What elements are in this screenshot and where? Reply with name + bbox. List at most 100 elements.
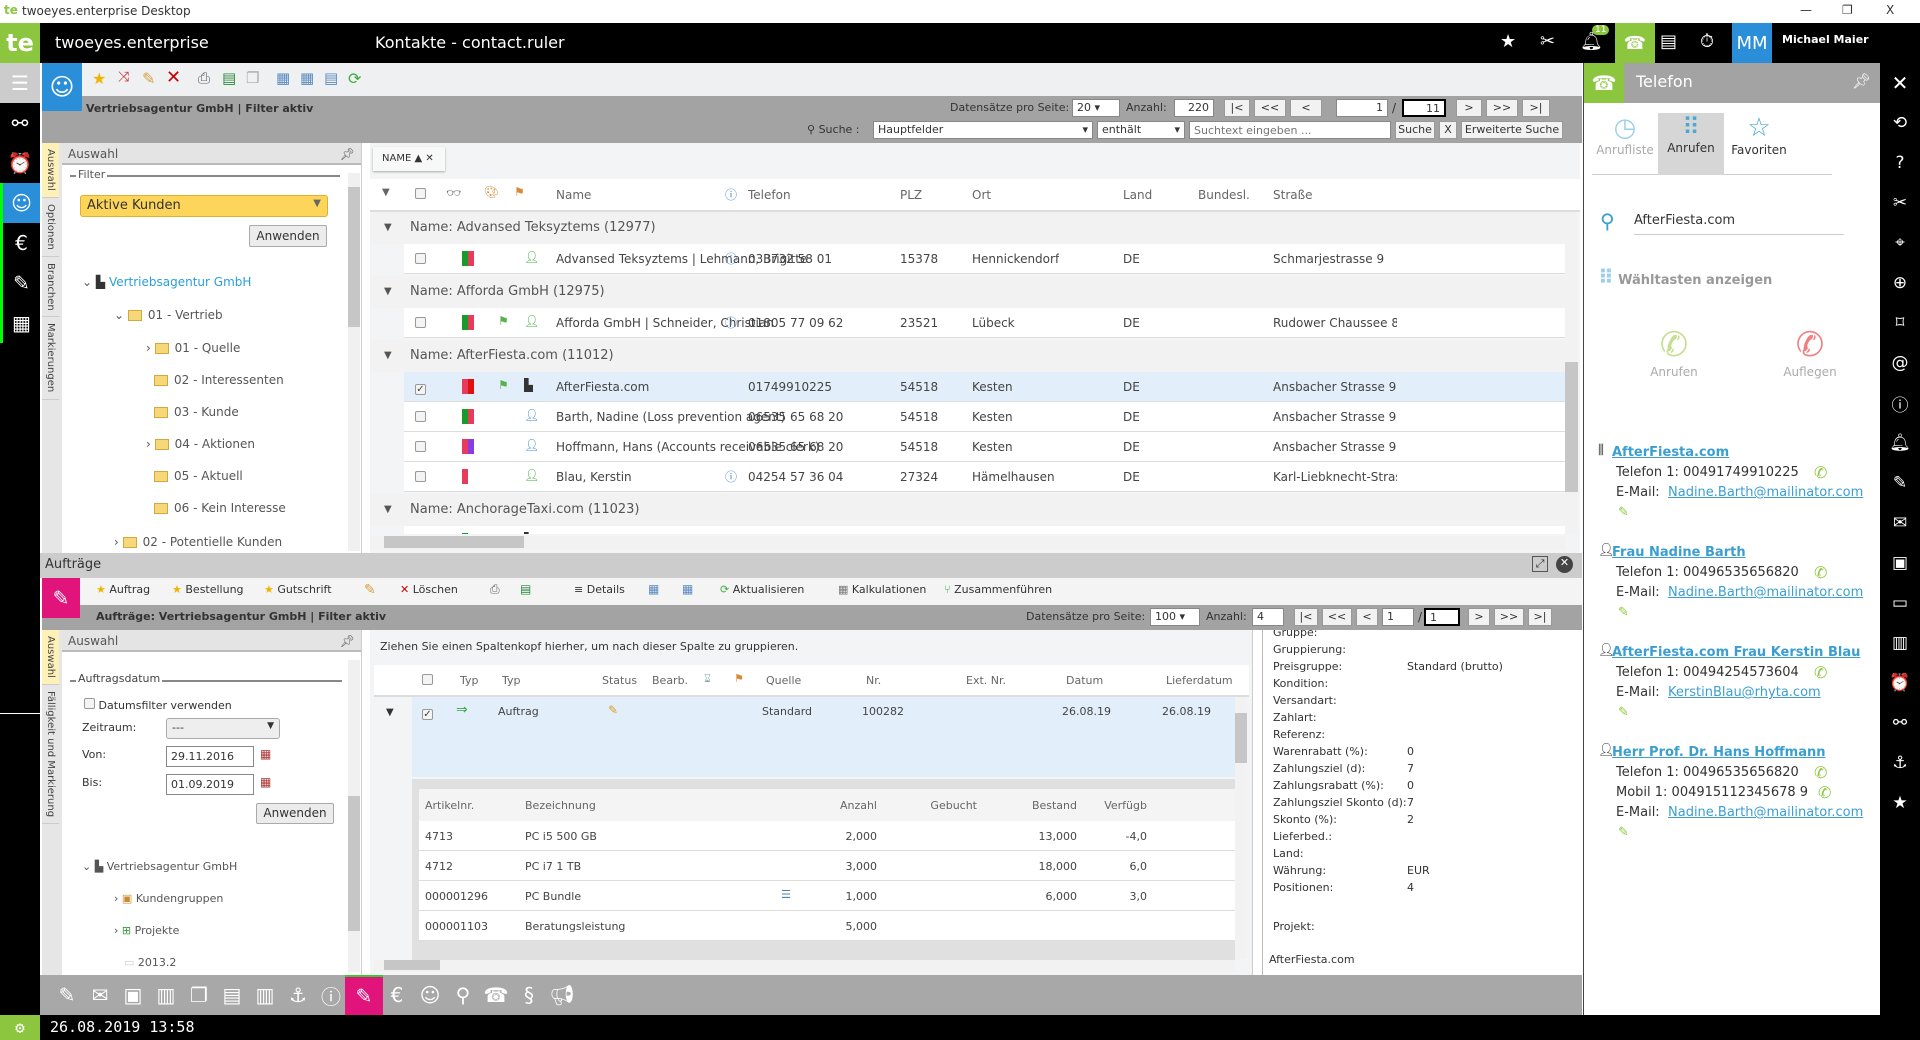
- bell-add-icon[interactable]: 🔔︎: [1880, 423, 1920, 463]
- tab-auswahl[interactable]: Auswahl: [42, 143, 59, 198]
- advanced-search-button[interactable]: Erweiterte Suche: [1461, 121, 1563, 139]
- new-order-button[interactable]: ★ Auftrag: [96, 583, 150, 596]
- tag-icon[interactable]: ⌑: [1880, 303, 1920, 343]
- info-icon[interactable]: ⓘ: [725, 468, 737, 485]
- reset-layout-icon[interactable]: ▦: [682, 582, 693, 596]
- save-layout-icon[interactable]: ▦: [276, 69, 290, 87]
- close-panel-icon[interactable]: ✕: [1880, 63, 1920, 103]
- from-date-input[interactable]: 29.11.2016: [166, 746, 254, 767]
- contact-link[interactable]: Frau Nadine Barth: [1612, 545, 1746, 560]
- column-bezeichnung[interactable]: Bezeichnung: [525, 799, 596, 812]
- item-row[interactable]: 000001103 Beratungsleistung 5,000: [419, 911, 1235, 941]
- dial-phone-icon[interactable]: ✆: [1814, 563, 1827, 582]
- restore-button[interactable]: ❐: [1842, 3, 1853, 17]
- calendar-icon[interactable]: ▦: [260, 775, 271, 789]
- column-ort[interactable]: Ort: [972, 188, 991, 202]
- column-name[interactable]: Name: [556, 188, 591, 202]
- table-icon[interactable]: ▤: [324, 69, 338, 87]
- pin-star-icon[interactable]: ★: [1500, 31, 1516, 52]
- user-avatar[interactable]: MM: [1732, 23, 1772, 63]
- contact-link[interactable]: AfterFiesta.com Frau Kerstin Blau: [1612, 645, 1860, 660]
- next-pages-button[interactable]: >>: [1494, 608, 1524, 626]
- row-checkbox[interactable]: [415, 253, 426, 267]
- info-icon[interactable]: ⓘ: [725, 314, 737, 331]
- settings-gear-icon[interactable]: ⚙: [0, 1015, 40, 1040]
- prev-page-button[interactable]: <: [1356, 608, 1378, 626]
- contact-row[interactable]: 👤︎ Barth, Nadine (Loss prevention agent) 0…: [404, 402, 1565, 432]
- tree-node[interactable]: ▭ 2013.2: [124, 956, 176, 969]
- next-pages-button[interactable]: >>: [1486, 99, 1518, 117]
- show-dialpad-button[interactable]: ⠿ Wähltasten anzeigen: [1598, 265, 1772, 289]
- tab-anrufliste[interactable]: ◷ Anrufliste: [1592, 113, 1658, 175]
- search-field-select[interactable]: Hauptfelder ▾: [873, 121, 1093, 139]
- column-bundesland[interactable]: Bundesl.: [1198, 188, 1250, 202]
- calendar-add-icon[interactable]: ▣: [1880, 543, 1920, 583]
- apply-date-filter-button[interactable]: Anwenden: [256, 803, 334, 824]
- item-row[interactable]: 4713 PC i5 500 GB 2,000 13,000 -4,0: [419, 821, 1235, 851]
- star-add-icon[interactable]: ★: [1880, 783, 1920, 823]
- tree-node[interactable]: 06 - Kein Interesse: [154, 501, 286, 515]
- row-checkbox[interactable]: [415, 471, 426, 485]
- binder-add-icon[interactable]: ▥: [1880, 623, 1920, 663]
- panel-scrollbar[interactable]: [348, 660, 360, 972]
- tab-markierungen[interactable]: Markierungen: [42, 317, 59, 400]
- contact-row[interactable]: 👤︎ Advansed Teksyztems | Lehmann, Brigitt…: [404, 244, 1565, 274]
- note-add-icon[interactable]: ✎: [1880, 463, 1920, 503]
- tab-anrufen[interactable]: ⠿ Anrufen: [1658, 113, 1724, 175]
- sync-icon[interactable]: ⟲: [1880, 103, 1920, 143]
- hourglass-column-icon[interactable]: ⌛︎: [704, 672, 711, 686]
- tab-auswahl[interactable]: Auswahl: [42, 630, 59, 685]
- column-plz[interactable]: PLZ: [900, 188, 922, 202]
- save-layout-icon[interactable]: ▦: [648, 582, 659, 596]
- edit-pencil-icon[interactable]: ✎: [142, 69, 155, 88]
- per-page-select[interactable]: 100 ▾: [1150, 608, 1200, 626]
- merge-icon[interactable]: ⤨: [118, 69, 129, 85]
- item-row[interactable]: 4712 PC i7 1 TB 3,000 18,000 6,0: [419, 851, 1235, 881]
- pin-icon[interactable]: 📌︎: [340, 630, 355, 652]
- flag-column-icon[interactable]: ⚑: [734, 672, 744, 685]
- alarm-clock-icon[interactable]: ⏰: [1880, 663, 1920, 703]
- column-ext-nr[interactable]: Ext. Nr.: [966, 674, 1006, 687]
- row-checkbox[interactable]: [415, 441, 426, 455]
- grid-vscrollbar[interactable]: [1565, 212, 1578, 534]
- mail-add-icon[interactable]: ✉: [1880, 503, 1920, 543]
- per-page-select[interactable]: 20 ▾: [1072, 99, 1120, 117]
- group-row[interactable]: ▼ Name: AfterFiesta.com (11012): [370, 340, 1565, 372]
- maximize-icon[interactable]: ⤢: [1532, 556, 1548, 572]
- close-window-button[interactable]: X: [1886, 3, 1894, 17]
- select-all-checkbox[interactable]: [415, 188, 426, 202]
- column-nr[interactable]: Nr.: [866, 674, 881, 687]
- network-icon[interactable]: ⚯: [0, 103, 40, 143]
- edit-pencil-icon[interactable]: ✎: [364, 582, 376, 598]
- tree-node[interactable]: 03 - Kunde: [154, 405, 239, 419]
- calculations-button[interactable]: ▦ Kalkulationen: [838, 583, 926, 596]
- dial-phone-icon[interactable]: ✆: [1814, 463, 1827, 482]
- tree-node[interactable]: 02 - Interessenten: [154, 373, 284, 387]
- column-artikelnr[interactable]: Artikelnr.: [425, 799, 474, 812]
- email-link[interactable]: Nadine.Barth@mailinator.com: [1668, 485, 1863, 500]
- delete-icon[interactable]: ✕: [166, 67, 181, 88]
- column-gebucht[interactable]: Gebucht: [917, 799, 977, 812]
- column-land[interactable]: Land: [1123, 188, 1152, 202]
- column-typ[interactable]: Typ: [502, 674, 521, 687]
- screen-add-icon[interactable]: ▭: [1880, 583, 1920, 623]
- search-button[interactable]: Suche: [1395, 121, 1435, 139]
- orders-hscrollbar[interactable]: [374, 960, 1235, 972]
- collapse-row-icon[interactable]: ▼: [386, 707, 394, 718]
- contact-row[interactable]: ⚑ 👤︎ Afforda GmbH | Schneider, Christian ⓘ 0…: [404, 308, 1565, 338]
- help-icon[interactable]: ?: [1880, 143, 1920, 183]
- calendar-icon[interactable]: ▦: [260, 747, 271, 761]
- palette-column-icon[interactable]: 🎨︎: [484, 185, 499, 199]
- item-row[interactable]: 000001296 PC Bundle ☰ 1,000 6,000 3,0: [419, 881, 1235, 911]
- tree-node-root[interactable]: ⌄ ▙ Vertriebsagentur GmbH: [82, 860, 237, 873]
- network-icon[interactable]: ⚯: [1880, 703, 1920, 743]
- filter-select[interactable]: Aktive Kunden ▼: [80, 195, 328, 217]
- column-bearb[interactable]: Bearb.: [652, 674, 688, 687]
- search-operator-select[interactable]: enthält ▾: [1097, 121, 1185, 139]
- tab-faelligkeit[interactable]: Fälligkeit und Markierung: [42, 685, 59, 824]
- contact-row[interactable]: ✓ ⚑ ▙ AfterFiesta.com 01749910225 54518 Kesten…: [404, 372, 1565, 402]
- dial-phone-icon[interactable]: ✆: [1814, 763, 1827, 782]
- print-icon[interactable]: ⎙: [198, 69, 210, 87]
- location-icon[interactable]: ⌖: [1880, 223, 1920, 263]
- group-row[interactable]: ▼ Name: Afforda GmbH (12975): [370, 276, 1565, 308]
